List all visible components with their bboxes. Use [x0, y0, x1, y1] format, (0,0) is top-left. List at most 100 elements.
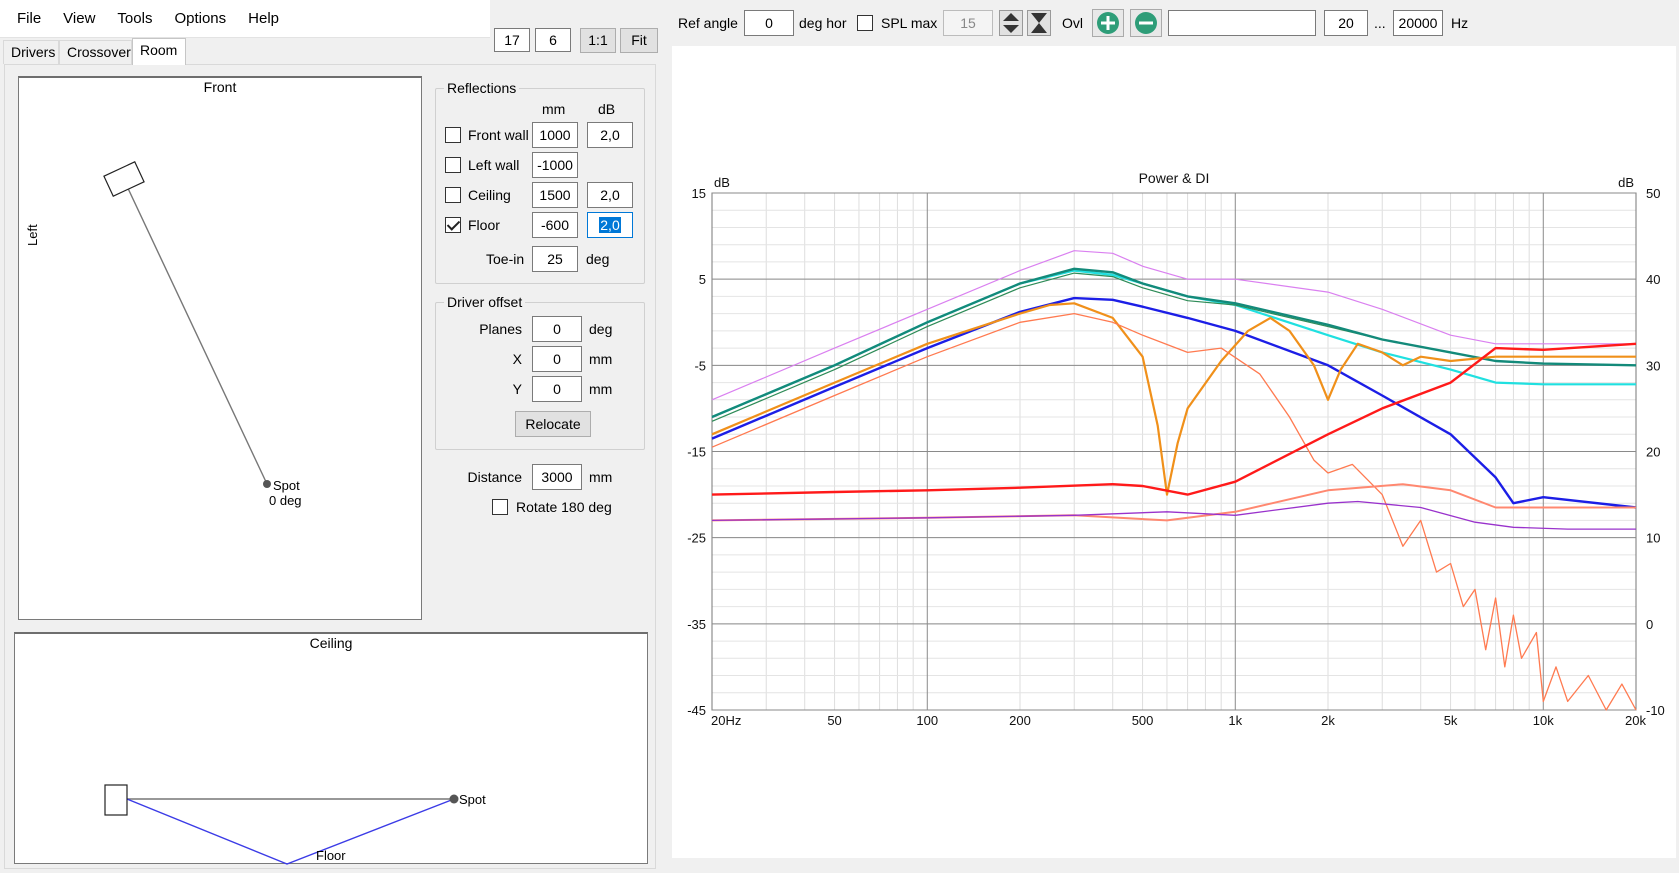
chart-title: Power & DI	[1139, 170, 1210, 186]
spot-marker-front	[263, 480, 271, 488]
add-overlay-icon[interactable]	[1092, 9, 1124, 37]
planes-label: Planes	[479, 321, 522, 337]
y-tick-right: 0	[1646, 617, 1653, 632]
series-line-3	[711, 267, 1637, 419]
menu-file[interactable]: File	[6, 0, 52, 38]
x-tick-label: 20k	[1625, 713, 1646, 728]
x-offset-label: X	[512, 351, 522, 367]
tab-crossover[interactable]: Crossover	[59, 40, 132, 64]
fit-button[interactable]: Fit	[620, 28, 658, 53]
x-tick-label: 2k	[1321, 713, 1335, 728]
floor-db-field[interactable]: 2,0	[587, 212, 633, 238]
speaker-box-ceiling	[104, 784, 128, 816]
view-field-1[interactable]: 17	[494, 28, 530, 52]
ceiling-view[interactable]: Ceiling Spot Floor	[14, 632, 648, 865]
left-wall-checkbox[interactable]	[445, 157, 461, 173]
tab-room[interactable]: Room	[132, 38, 186, 65]
front-wall-mm-field[interactable]: 1000	[532, 122, 578, 148]
freq-max-field[interactable]: 20000	[1393, 10, 1443, 36]
ref-angle-unit: deg hor	[799, 15, 847, 31]
menu-tools[interactable]: Tools	[106, 0, 163, 38]
view-field-2[interactable]: 6	[535, 28, 571, 52]
x-tick-label: 200	[1009, 713, 1031, 728]
toe-in-unit: deg	[586, 251, 610, 267]
spot-label-front: Spot	[273, 478, 300, 493]
ceiling-view-drawing	[104, 784, 459, 865]
y-tick-right: 30	[1646, 358, 1660, 373]
major-grid	[711, 192, 1637, 711]
relocate-button[interactable]: Relocate	[515, 411, 591, 437]
reflections-title: Reflections	[444, 80, 520, 96]
left-wall-row-label: Left wall	[468, 157, 520, 173]
spot-marker-ceiling	[449, 794, 459, 804]
y-tick-right: -10	[1646, 703, 1665, 718]
rotate-180-checkbox[interactable]	[492, 499, 508, 515]
x-tick-label: 1k	[1228, 713, 1242, 728]
y-tick-right: 50	[1646, 186, 1660, 201]
menu-bar: File View Tools Options Help	[0, 0, 490, 38]
ceiling-mm-field[interactable]: 1500	[532, 182, 578, 208]
y-tick-right: 10	[1646, 531, 1660, 546]
front-view[interactable]: Front Left Spot 0 deg	[18, 76, 422, 620]
x-offset-field[interactable]: 0	[532, 346, 582, 372]
left-wall-mm-field[interactable]: -1000	[532, 152, 578, 178]
y-tick-left: -5	[694, 358, 706, 373]
freq-unit-label: Hz	[1451, 15, 1469, 31]
overlay-name-field[interactable]	[1168, 10, 1316, 36]
planes-field[interactable]: 0	[532, 316, 582, 342]
x-offset-unit: mm	[589, 351, 613, 367]
distance-field[interactable]: 3000	[532, 464, 582, 490]
floor-checkbox[interactable]	[445, 217, 461, 233]
spl-updown-icon[interactable]	[999, 10, 1023, 36]
menu-options[interactable]: Options	[163, 0, 237, 38]
ceiling-row-label: Ceiling	[468, 187, 511, 203]
speaker-box-front	[103, 161, 145, 197]
ref-angle-field[interactable]: 0	[744, 10, 794, 36]
freq-range-separator: ...	[1374, 15, 1386, 31]
y-tick-left: -25	[687, 531, 706, 546]
spl-max-checkbox[interactable]	[857, 15, 873, 31]
ceiling-db-field[interactable]: 2,0	[587, 182, 633, 208]
freq-min-field[interactable]: 20	[1324, 10, 1368, 36]
spl-max-field[interactable]: 15	[943, 10, 993, 36]
x-tick-label: 50	[827, 713, 841, 728]
front-wall-label: Front wall	[468, 127, 529, 143]
series-line-0	[711, 250, 1636, 401]
y-tick-right: 20	[1646, 445, 1660, 460]
floor-db-selected-text: 2,0	[599, 217, 621, 233]
front-wall-db-field[interactable]: 2,0	[587, 122, 633, 148]
planes-unit: deg	[589, 321, 613, 337]
spl-max-label: SPL max	[881, 15, 938, 31]
hourglass-icon[interactable]	[1027, 10, 1051, 36]
y-tick-right: 40	[1646, 272, 1660, 287]
spot-angle-label: 0 deg	[269, 493, 302, 508]
y-unit-left: dB	[714, 175, 730, 190]
floor-mm-field[interactable]: -600	[532, 212, 578, 238]
one-to-one-button[interactable]: 1:1	[580, 28, 616, 53]
response-graph[interactable]: Power & DI dB dB 15 5 -5 -15 -25 -35 -45 50 40 30 20 1…	[672, 46, 1676, 858]
y-offset-unit: mm	[589, 381, 613, 397]
toe-in-field[interactable]: 25	[532, 246, 578, 272]
series-line-5	[711, 302, 1636, 496]
window: File View Tools Options Help 17 6 1:1 Fi…	[0, 0, 1679, 873]
x-tick-label: 500	[1132, 713, 1154, 728]
driver-offset-title: Driver offset	[444, 294, 526, 310]
ovl-label: Ovl	[1062, 15, 1083, 31]
menu-help[interactable]: Help	[237, 0, 290, 38]
tab-drivers[interactable]: Drivers	[3, 40, 59, 64]
x-tick-label: 20Hz	[711, 713, 741, 728]
series-line-4	[711, 296, 1637, 509]
remove-overlay-icon[interactable]	[1130, 9, 1162, 37]
menu-view[interactable]: View	[52, 0, 106, 38]
ref-angle-label: Ref angle	[678, 15, 738, 31]
toe-in-label: Toe-in	[486, 251, 525, 267]
x-tick-label: 100	[916, 713, 938, 728]
x-tick-label: 10k	[1533, 713, 1554, 728]
series-line-8	[711, 483, 1636, 522]
ceiling-checkbox[interactable]	[445, 187, 461, 203]
front-wall-checkbox[interactable]	[445, 127, 461, 143]
front-view-drawing	[103, 161, 271, 488]
y-offset-field[interactable]: 0	[532, 376, 582, 402]
y-tick-left: -35	[687, 617, 706, 632]
spot-label-ceiling: Spot	[459, 792, 486, 807]
